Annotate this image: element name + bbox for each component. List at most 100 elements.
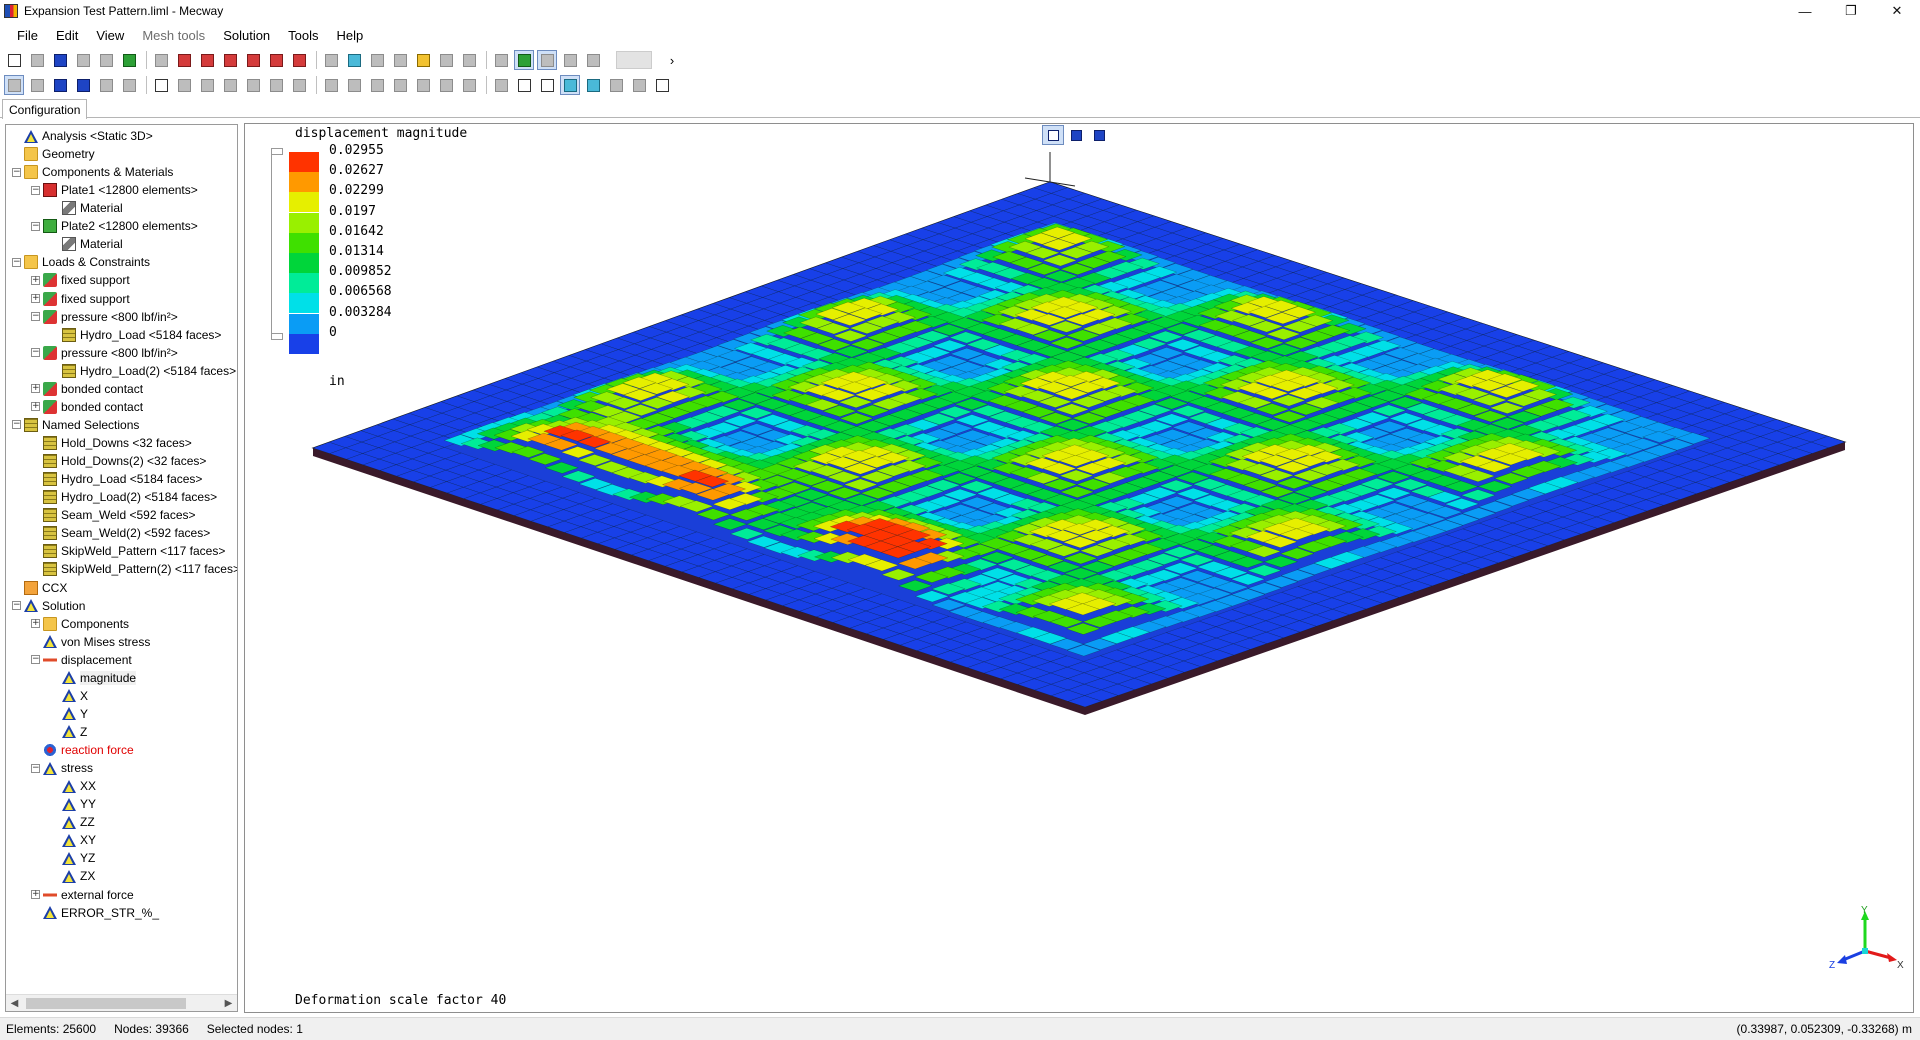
menu-file[interactable]: File (8, 28, 47, 43)
collapse-icon[interactable]: − (31, 348, 40, 358)
tree-item[interactable]: + Components (31, 615, 129, 633)
view-shaded-button[interactable] (1088, 125, 1110, 145)
menu-edit[interactable]: Edit (47, 28, 87, 43)
tree-item[interactable]: X (50, 687, 88, 705)
tree-item[interactable]: − Plate1 <12800 elements> (31, 181, 198, 199)
expand-icon[interactable]: + (31, 275, 40, 285)
tree-item[interactable]: SkipWeld_Pattern(2) <117 faces> (31, 560, 237, 578)
3d-viewport[interactable]: displacement magnitude in 0.02955 0.02627… (244, 123, 1914, 1013)
tb2-button-2[interactable] (27, 75, 47, 95)
menu-help[interactable]: Help (328, 28, 373, 43)
tb2-button-6[interactable] (119, 75, 139, 95)
tree-item[interactable]: + bonded contact (31, 380, 143, 398)
tree-item[interactable]: Y (50, 705, 88, 723)
restore-button[interactable]: ❐ (1828, 0, 1874, 22)
tb2-button-18[interactable] (413, 75, 433, 95)
tb1-button-12[interactable] (266, 50, 286, 70)
tb2-button-25[interactable] (583, 75, 603, 95)
tree-item[interactable]: − pressure <800 lbf/in²> (31, 344, 178, 362)
tree-item[interactable]: + bonded contact (31, 398, 143, 416)
tb1-button-9[interactable] (197, 50, 217, 70)
scroll-thumb[interactable] (26, 998, 186, 1009)
tb1-button-14[interactable] (321, 50, 341, 70)
tb2-button-21[interactable] (491, 75, 511, 95)
tree-item[interactable]: CCX (12, 579, 67, 597)
tb1-button-11[interactable] (243, 50, 263, 70)
tb2-button-22[interactable] (514, 75, 534, 95)
tree-item[interactable]: XY (50, 831, 96, 849)
tree-item[interactable]: magnitude (50, 669, 137, 687)
menu-tools[interactable]: Tools (279, 28, 327, 43)
tb1-button-1[interactable] (4, 50, 24, 70)
tb2-button-19[interactable] (436, 75, 456, 95)
tb1-button-13[interactable] (289, 50, 309, 70)
tb1-button-25[interactable] (583, 50, 603, 70)
tree-item[interactable]: Hydro_Load <5184 faces> (31, 470, 202, 488)
tb1-button-7[interactable] (151, 50, 171, 70)
tree-item[interactable]: YZ (50, 849, 95, 867)
tb2-button-7[interactable] (151, 75, 171, 95)
view-wireframe-button[interactable] (1042, 125, 1064, 145)
tree-item[interactable]: ERROR_STR_%_ (31, 904, 159, 922)
close-button[interactable]: ✕ (1874, 0, 1920, 22)
tb2-button-16[interactable] (367, 75, 387, 95)
collapse-icon[interactable]: − (31, 763, 40, 773)
collapse-icon[interactable]: − (12, 257, 21, 267)
deformed-plate-plot[interactable] (245, 124, 1914, 1013)
tree-item[interactable]: + fixed support (31, 271, 130, 289)
tree-item[interactable]: XX (50, 777, 96, 795)
tree-item[interactable]: YY (50, 795, 96, 813)
menu-view[interactable]: View (87, 28, 133, 43)
tree-item[interactable]: − displacement (31, 651, 132, 669)
collapse-icon[interactable]: − (31, 221, 40, 231)
tb2-button-17[interactable] (390, 75, 410, 95)
menu-mesh-tools[interactable]: Mesh tools (133, 28, 214, 43)
collapse-icon[interactable]: − (31, 185, 40, 195)
collapse-icon[interactable]: − (31, 655, 40, 665)
tree-item[interactable]: Hydro_Load(2) <5184 faces> (50, 362, 236, 380)
tree-item[interactable]: Geometry (12, 145, 95, 163)
tb2-button-10[interactable] (220, 75, 240, 95)
minimize-button[interactable]: — (1782, 0, 1828, 22)
tb2-button-15[interactable] (344, 75, 364, 95)
tb1-button-23[interactable] (537, 50, 557, 70)
tree-item[interactable]: Z (50, 723, 87, 741)
tree-item[interactable]: Hold_Downs <32 faces> (31, 434, 192, 452)
tree-item[interactable]: − stress (31, 759, 93, 777)
tb2-button-23[interactable] (537, 75, 557, 95)
tree-item[interactable]: Material (50, 235, 123, 253)
tab-configuration[interactable]: Configuration (2, 99, 88, 119)
tb1-button-10[interactable] (220, 50, 240, 70)
tree-item[interactable]: − Components & Materials (12, 163, 173, 181)
collapse-icon[interactable]: − (12, 167, 21, 177)
tb2-button-5[interactable] (96, 75, 116, 95)
tb1-button-22[interactable] (514, 50, 534, 70)
tb2-button-24[interactable] (560, 75, 580, 95)
tree-item[interactable]: ZX (50, 867, 95, 885)
tb2-button-14[interactable] (321, 75, 341, 95)
menu-solution[interactable]: Solution (214, 28, 279, 43)
tree-item[interactable]: + external force (31, 886, 134, 904)
tb1-button-24[interactable] (560, 50, 580, 70)
tree-item[interactable]: reaction force (31, 741, 134, 759)
tree-item[interactable]: von Mises stress (31, 633, 150, 651)
tb1-button-16[interactable] (367, 50, 387, 70)
tb1-button-15[interactable] (344, 50, 364, 70)
tree-item[interactable]: − Solution (12, 597, 85, 615)
tree-item[interactable]: Material (50, 199, 123, 217)
tree-item[interactable]: SkipWeld_Pattern <117 faces> (31, 542, 225, 560)
tree-item[interactable]: Analysis <Static 3D> (12, 127, 153, 145)
tb1-button-4[interactable] (73, 50, 93, 70)
expand-icon[interactable]: + (31, 619, 40, 629)
tb2-button-8[interactable] (174, 75, 194, 95)
tb1-button-3[interactable] (50, 50, 70, 70)
expand-icon[interactable]: + (31, 294, 40, 304)
tree-item[interactable]: Seam_Weld(2) <592 faces> (31, 524, 210, 542)
tb2-button-1[interactable] (4, 75, 24, 95)
tb1-button-6[interactable] (119, 50, 139, 70)
tree-item[interactable]: − Loads & Constraints (12, 253, 150, 271)
tree-item[interactable]: ZZ (50, 813, 95, 831)
tree-item[interactable]: Hydro_Load(2) <5184 faces> (31, 488, 217, 506)
tree-horizontal-scrollbar[interactable]: ◀ ▶ (6, 994, 237, 1011)
tb1-button-19[interactable] (436, 50, 456, 70)
